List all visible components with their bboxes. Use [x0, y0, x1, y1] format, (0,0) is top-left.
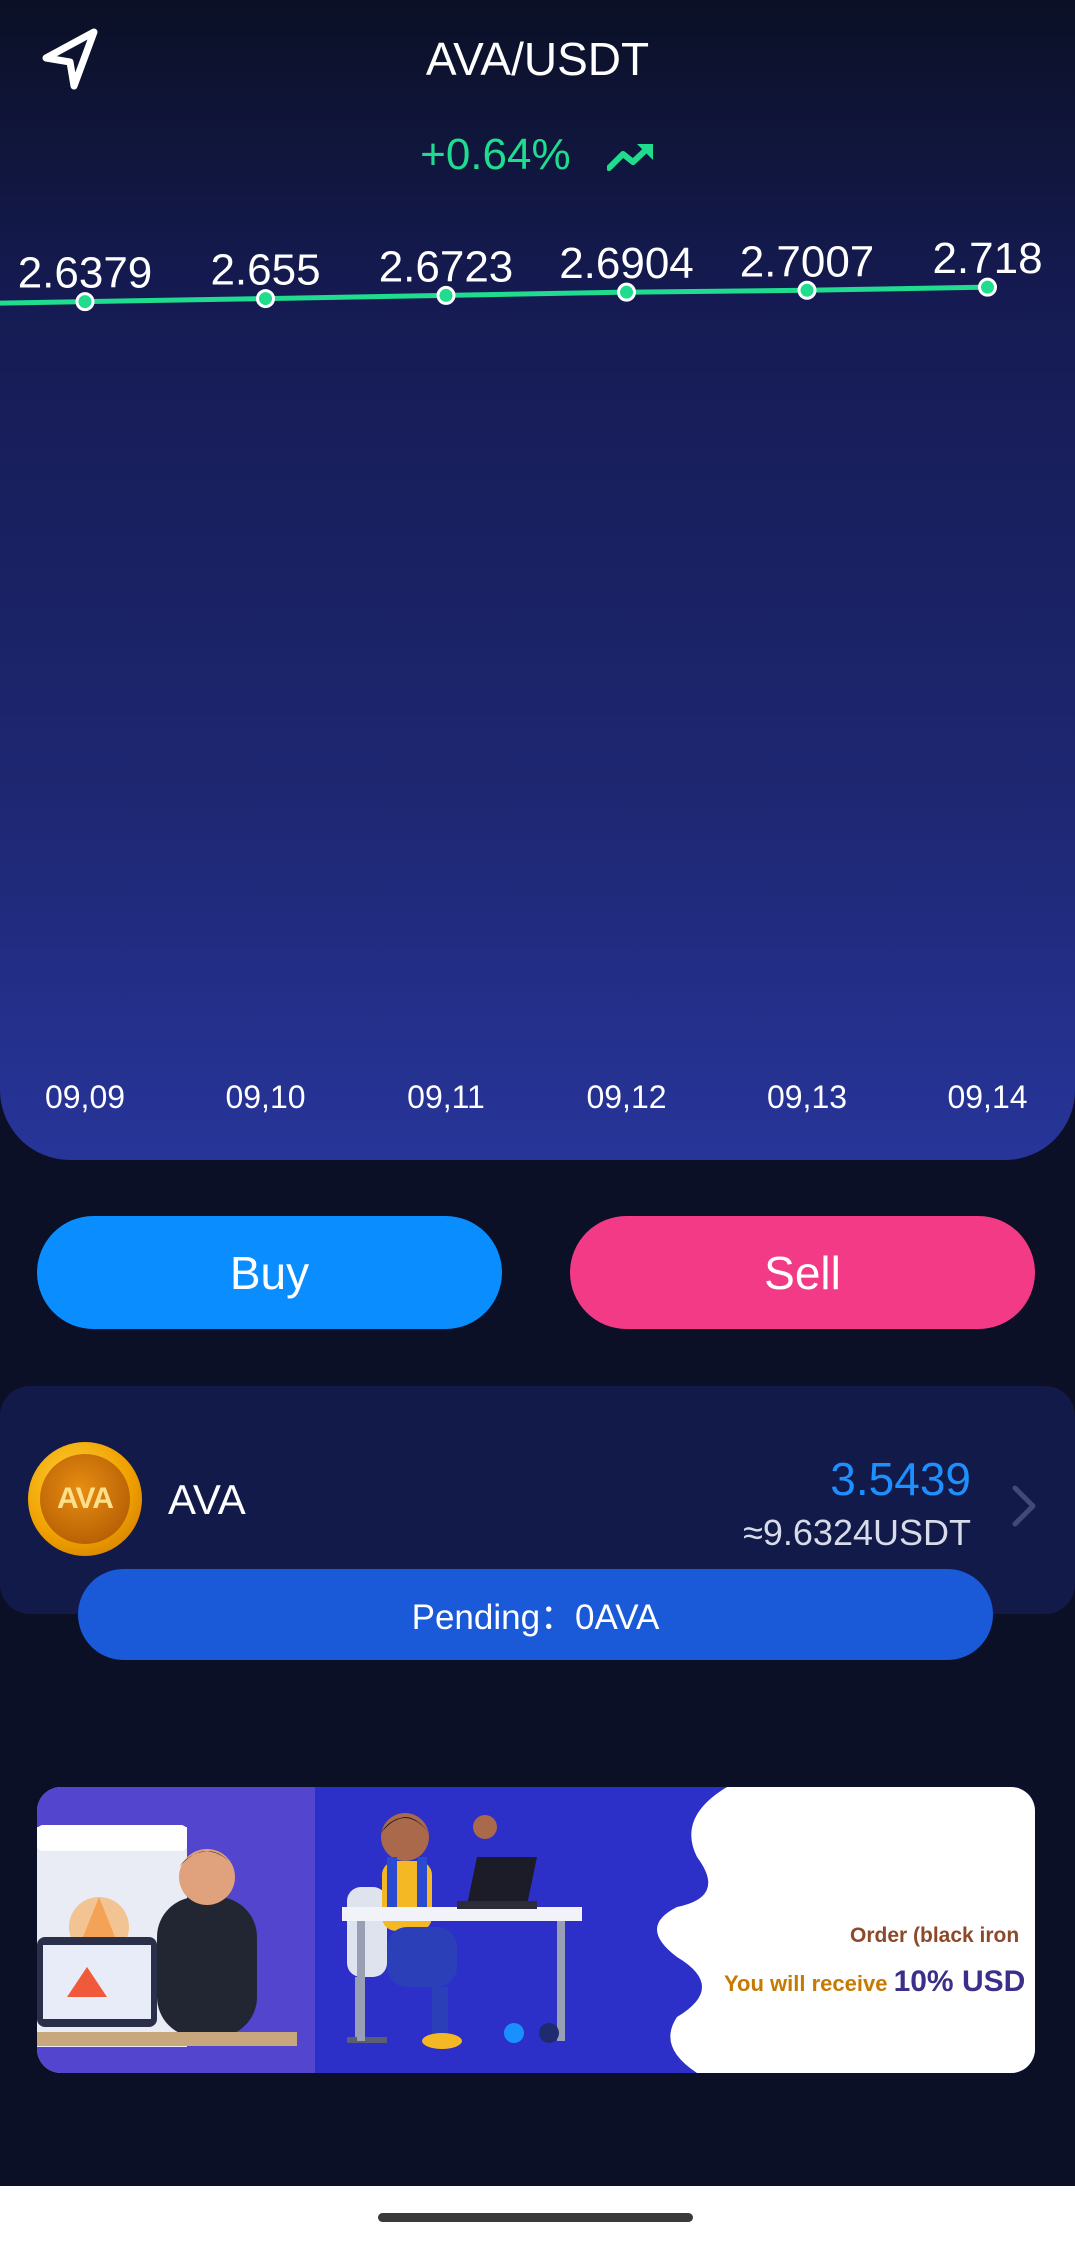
coin-amount: 3.5439 — [830, 1453, 971, 1505]
banner-subline: You will receive 10% USD — [724, 1965, 1025, 1999]
data-label: 2.6379 — [18, 249, 153, 298]
home-indicator[interactable] — [378, 2213, 693, 2222]
data-label: 2.7007 — [740, 237, 875, 286]
data-label: 2.6723 — [379, 242, 514, 291]
price-change-value: +0.64% — [420, 130, 571, 179]
coin-name: AVA — [168, 1476, 246, 1523]
x-tick-label: 09,10 — [225, 1079, 305, 1115]
buy-button[interactable]: Buy — [37, 1216, 502, 1329]
sell-button[interactable]: Sell — [570, 1216, 1035, 1329]
x-tick-label: 09,09 — [45, 1079, 125, 1115]
promo-banner[interactable]: Order (black iron You will receive 10% U… — [37, 1787, 1035, 2073]
price-change: +0.64% — [0, 130, 1075, 180]
data-label: 2.6904 — [559, 239, 694, 288]
x-tick-label: 09,12 — [586, 1079, 666, 1115]
banner-headline: Order (black iron — [850, 1924, 1020, 1947]
banner-subline-prefix: You will receive — [724, 1971, 894, 1996]
header: AVA/USDT +0.64% — [0, 0, 1075, 190]
coin-logo: AVA — [28, 1442, 142, 1556]
coin-usdt-value: ≈9.6324USDT — [743, 1512, 971, 1553]
carousel-dot[interactable] — [539, 2023, 559, 2043]
banner-subline-highlight: 10% USD — [893, 1965, 1026, 1998]
x-tick-label: 09,14 — [947, 1079, 1027, 1115]
coin-logo-text: AVA — [40, 1454, 130, 1544]
trending-up-icon — [606, 144, 653, 172]
page-title: AVA/USDT — [425, 33, 650, 85]
data-label: 2.655 — [210, 246, 320, 295]
x-tick-label: 09,13 — [767, 1079, 847, 1115]
pending-bar: Pending：0AVA — [78, 1569, 993, 1660]
x-tick-label: 09,11 — [407, 1079, 485, 1115]
carousel-dot-active[interactable] — [504, 2023, 524, 2043]
data-label: 2.718 — [932, 234, 1042, 283]
chevron-right-icon[interactable] — [1009, 1482, 1039, 1530]
